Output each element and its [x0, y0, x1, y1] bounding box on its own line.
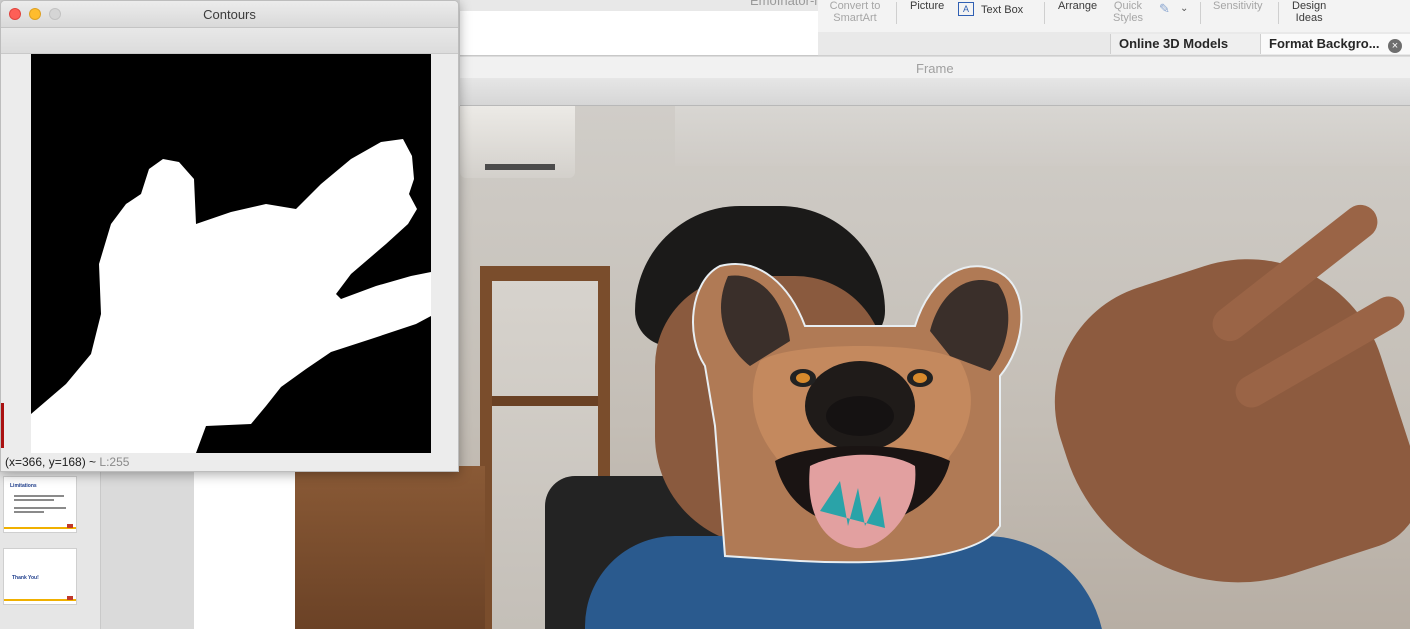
- terminal-titlebar[interactable]: EmoInator-master — python3 shadow-face.p…: [460, 0, 818, 11]
- slide-sidebar-gutter: [100, 472, 194, 629]
- minimize-window-button[interactable]: [29, 8, 41, 20]
- slide-thumbnail-line: [14, 511, 44, 513]
- chevron-down-icon[interactable]: ⌄: [1180, 3, 1188, 14]
- terminal-window[interactable]: EmoInator-master — python3 shadow-face.p…: [460, 0, 818, 56]
- dog-mask-overlay: [692, 263, 1023, 564]
- contours-titlebar[interactable]: Contours: [1, 1, 458, 28]
- cursor-coordinates: (x=366, y=168) ~: [5, 455, 97, 469]
- contours-image[interactable]: [31, 54, 431, 453]
- ceiling-bulkhead: [675, 106, 1410, 166]
- slide-canvas[interactable]: [194, 472, 295, 629]
- shelf: [492, 396, 598, 406]
- pen-icon[interactable]: ✎: [1159, 1, 1170, 17]
- slide-thumbnail-title: Limitations: [10, 483, 37, 489]
- air-conditioner-vent: [485, 164, 555, 170]
- slide-thumbnail-logo: [67, 596, 73, 600]
- hand-contour-mask: [31, 139, 431, 453]
- slide-thumbnail[interactable]: Limitations: [3, 476, 77, 533]
- window-edge-accent: [1, 403, 4, 448]
- camera-frame-image: [295, 106, 1410, 629]
- slide-thumbnail-title: Thank You!: [12, 575, 39, 581]
- arrange-button[interactable]: Arrange: [1058, 0, 1097, 12]
- close-window-button[interactable]: [9, 8, 21, 20]
- slide-thumbnail-line: [14, 507, 66, 509]
- sensitivity-button[interactable]: Sensitivity: [1213, 0, 1263, 12]
- frame-title: Frame: [916, 61, 954, 76]
- ribbon-separator: [1200, 2, 1201, 24]
- screen: EmoInator-master — python3 shadow-face.p…: [0, 0, 1410, 629]
- slide-thumbnail-line: [14, 495, 64, 497]
- ribbon-separator: [1278, 2, 1279, 24]
- picture-button[interactable]: Picture: [910, 0, 944, 12]
- slide-thumbnail-footer: [4, 527, 76, 529]
- slide-thumbnail-pane: Limitations Thank You!: [0, 472, 100, 629]
- ribbon-separator: [1044, 2, 1045, 24]
- terminal-title: EmoInator-master — python3 shadow-face.p…: [750, 0, 818, 8]
- status-bar: (x=366, y=168) ~ L:255: [5, 455, 129, 469]
- tab-online-3d-models[interactable]: Online 3D Models: [1110, 34, 1260, 54]
- hand: [1023, 222, 1410, 629]
- frame-titlebar[interactable]: Frame: [460, 56, 1410, 78]
- close-circle-icon[interactable]: ×: [1388, 39, 1402, 53]
- pixel-value: L:255: [99, 455, 130, 469]
- ribbon-separator: [896, 2, 897, 24]
- text-box-icon[interactable]: A: [958, 2, 974, 16]
- slide-thumbnail-logo: [67, 524, 73, 528]
- wood-cabinet: [295, 466, 485, 629]
- slide-thumbnail[interactable]: Thank You!: [3, 548, 77, 605]
- slide-thumbnail-line: [14, 499, 54, 501]
- contours-toolbar: [1, 28, 458, 54]
- zoom-window-button[interactable]: [49, 8, 61, 20]
- frame-toolbar: [460, 78, 1410, 106]
- convert-smartart-button[interactable]: Convert to SmartArt: [826, 0, 884, 24]
- text-box-button[interactable]: Text Box: [981, 4, 1023, 16]
- slide-thumbnail-footer: [4, 599, 76, 601]
- quick-styles-button[interactable]: Quick Styles: [1113, 0, 1143, 24]
- contours-window[interactable]: Contours (x=366, y=168) ~ L:255: [0, 0, 459, 472]
- contours-title: Contours: [203, 7, 256, 22]
- design-ideas-button[interactable]: Design Ideas: [1292, 0, 1326, 24]
